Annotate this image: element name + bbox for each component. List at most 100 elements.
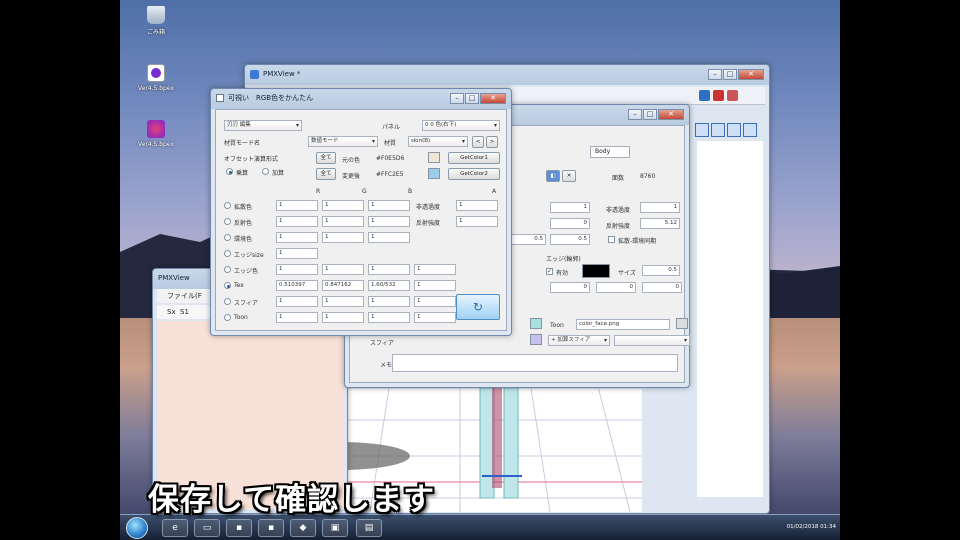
apply-button[interactable]: ↻ [456, 294, 500, 320]
row-value-input[interactable]: 1 [368, 216, 410, 227]
row-radio[interactable] [224, 314, 231, 321]
row-value-input[interactable]: 1 [368, 232, 410, 243]
editor-icon-button-2[interactable]: ✕ [562, 170, 576, 182]
row-value-input[interactable]: 1 [276, 232, 318, 243]
row-value-input[interactable]: 1.60/532 [368, 280, 410, 291]
row-value-input[interactable]: 1 [322, 296, 364, 307]
sphere-file-select[interactable] [614, 335, 690, 346]
row-value-input[interactable]: 1 [322, 312, 364, 323]
maximize-button[interactable]: □ [723, 68, 737, 80]
all-button-1[interactable]: 全て [316, 152, 336, 164]
taskbar-app-icon-3[interactable]: ◆ [290, 519, 316, 537]
row-radio[interactable] [224, 266, 231, 273]
editor-spec-power-input[interactable]: 5.12 [640, 218, 680, 229]
all-button-2[interactable]: 全て [316, 168, 336, 180]
toolbar-icon-3[interactable] [727, 90, 738, 101]
close-button[interactable]: ✕ [738, 68, 764, 80]
row-value-input[interactable]: 1 [276, 200, 318, 211]
pmxview-titlebar[interactable]: PMXView * – □ ✕ [245, 65, 769, 83]
material-next-button[interactable]: > [486, 136, 498, 148]
row-value-input[interactable]: 1 [414, 296, 456, 307]
src-color-swatch[interactable] [428, 152, 440, 163]
memo-input[interactable] [392, 354, 678, 372]
row-value-input[interactable]: 1 [322, 216, 364, 227]
edit-select[interactable]: 刃刃 編集 [224, 120, 302, 131]
taskbar-app-icon-1[interactable]: ▪ [226, 519, 252, 537]
edge-value-1[interactable]: 0 [550, 282, 590, 293]
row-radio[interactable] [224, 218, 231, 225]
editor-maximize-button[interactable]: □ [643, 108, 657, 120]
row-value-input[interactable]: 1 [276, 264, 318, 275]
row-value-input[interactable]: 1 [322, 200, 364, 211]
rotate-icon[interactable] [711, 123, 725, 137]
refresh-icon[interactable] [743, 123, 757, 137]
dialog-minimize-button[interactable]: – [450, 92, 464, 104]
edge-size-input[interactable]: 0.5 [642, 265, 680, 276]
editor-value-3[interactable]: 0.5 [510, 234, 546, 245]
row-extra-input[interactable]: 1 [456, 216, 498, 227]
edge-color-swatch[interactable] [582, 264, 610, 278]
getcolor2-button[interactable]: GetColor2 [448, 168, 500, 180]
radio-add[interactable] [262, 168, 269, 175]
start-button[interactable] [126, 517, 148, 539]
radio-multiply[interactable] [226, 168, 233, 175]
taskbar-pmx-icon[interactable]: ▣ [322, 519, 348, 537]
row-value-input[interactable]: 1 [368, 312, 410, 323]
editor-minimize-button[interactable]: – [628, 108, 642, 120]
material-prev-button[interactable]: < [472, 136, 484, 148]
dst-color-swatch[interactable] [428, 168, 440, 179]
row-value-input[interactable]: 1 [276, 296, 318, 307]
taskbar-window-icon[interactable]: ▤ [356, 519, 382, 537]
edge-enable-checkbox[interactable]: ✓ [546, 268, 553, 275]
desktop-icon-file-2[interactable]: Ver4.5.bpex [134, 120, 178, 148]
toon-browse-button[interactable] [676, 318, 688, 329]
row-value-input[interactable]: 1 [414, 264, 456, 275]
editor-value-4[interactable]: 0.5 [550, 234, 590, 245]
sphere-mode-select[interactable]: + 加算スフィア [548, 335, 610, 346]
row-value-input[interactable]: 1 [276, 248, 318, 259]
edge-value-3[interactable]: 0 [642, 282, 682, 293]
dialog-maximize-button[interactable]: □ [465, 92, 479, 104]
color-dialog[interactable]: 可視い RGB色をかんたん – □ ✕ 刃刃 編集 パネル 0 0 色(右下) … [210, 88, 512, 336]
minimize-button[interactable]: – [708, 68, 722, 80]
tab-body[interactable]: Body [590, 146, 630, 158]
material-mode-select[interactable]: 数値モード [308, 136, 378, 147]
sphere-color-swatch[interactable] [530, 334, 542, 345]
taskbar-app-icon-2[interactable]: ▪ [258, 519, 284, 537]
row-value-input[interactable]: 0.510397 [276, 280, 318, 291]
row-radio[interactable] [224, 298, 231, 305]
toolbar-icon-2[interactable] [713, 90, 724, 101]
row-value-input[interactable]: 1 [322, 232, 364, 243]
row-value-input[interactable]: 1 [368, 200, 410, 211]
row-value-input[interactable]: 1 [276, 216, 318, 227]
row-radio[interactable] [224, 282, 231, 289]
editor-close-button[interactable]: ✕ [658, 108, 684, 120]
row-value-input[interactable]: 0.847162 [322, 280, 364, 291]
dialog-titlebar[interactable]: 可視い RGB色をかんたん – □ ✕ [211, 89, 511, 107]
row-extra-input[interactable]: 1 [456, 200, 498, 211]
desktop-icon-recycle-bin[interactable]: ごみ箱 [134, 6, 178, 36]
editor-trans-input[interactable]: 1 [640, 202, 680, 213]
move-icon[interactable] [695, 123, 709, 137]
palette-select[interactable]: 0 0 色(右下) [422, 120, 500, 131]
edge-value-2[interactable]: 0 [596, 282, 636, 293]
material-select[interactable]: skin(B) [408, 136, 468, 147]
pen-icon[interactable] [727, 123, 741, 137]
editor-value-2[interactable]: 0 [550, 218, 590, 229]
row-radio[interactable] [224, 202, 231, 209]
row-value-input[interactable]: 1 [276, 312, 318, 323]
row-value-input[interactable]: 1 [414, 280, 456, 291]
row-value-input[interactable]: 1 [368, 264, 410, 275]
row-value-input[interactable]: 1 [368, 296, 410, 307]
taskbar-ie-icon[interactable]: e [162, 519, 188, 537]
toon-file-input[interactable]: color_face.png [576, 319, 670, 330]
dialog-close-button[interactable]: ✕ [480, 92, 506, 104]
row-value-input[interactable]: 1 [414, 312, 456, 323]
taskbar-folder-icon[interactable]: ▭ [194, 519, 220, 537]
row-radio[interactable] [224, 234, 231, 241]
toon-color-swatch[interactable] [530, 318, 542, 329]
row-value-input[interactable]: 1 [322, 264, 364, 275]
row-radio[interactable] [224, 250, 231, 257]
desktop-icon-file-1[interactable]: Ver4.5.bpex [134, 64, 178, 92]
getcolor1-button[interactable]: GetColor1 [448, 152, 500, 164]
